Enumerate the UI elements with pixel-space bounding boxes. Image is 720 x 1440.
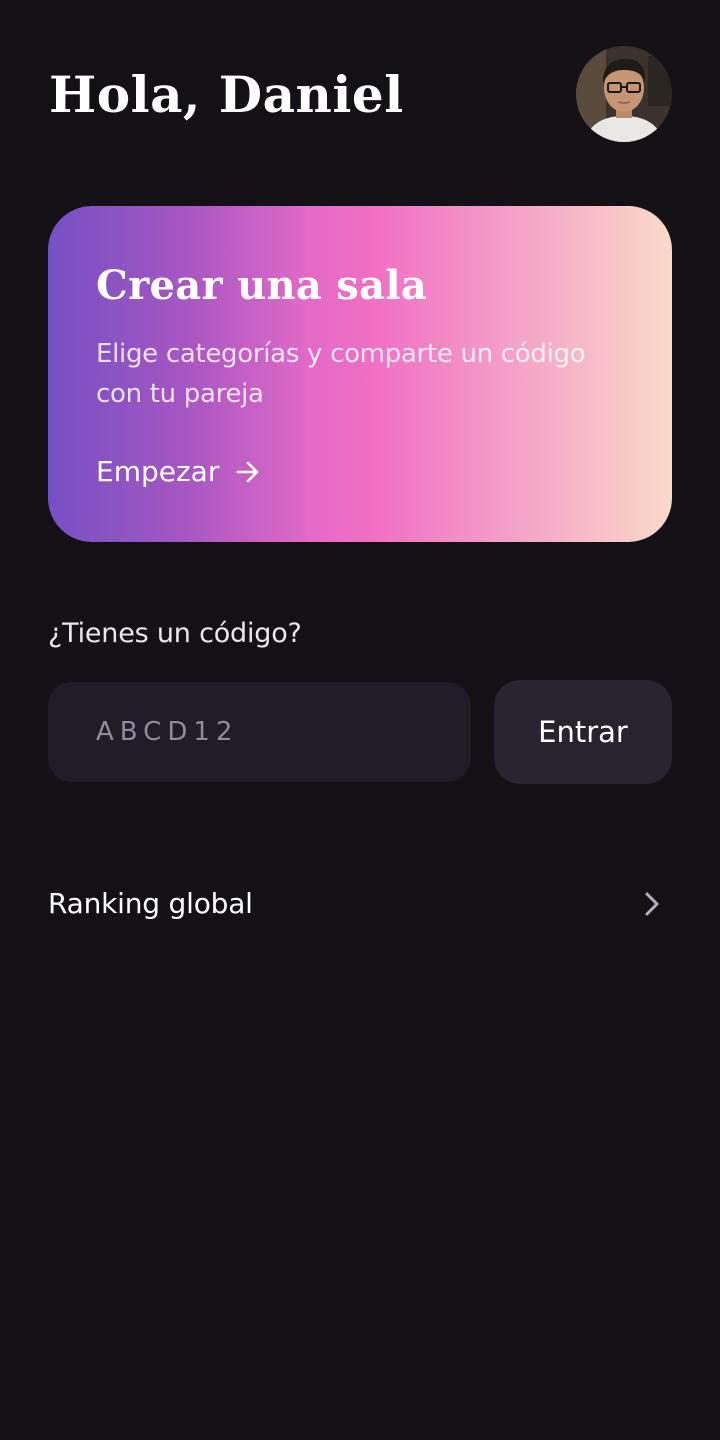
chevron-right-icon (645, 892, 659, 916)
code-prompt-label: ¿Tienes un código? (48, 618, 302, 649)
create-room-card[interactable]: Crear una sala Elige categorías y compar… (48, 206, 672, 542)
create-room-title: Crear una sala (96, 262, 428, 309)
avatar[interactable] (576, 46, 672, 142)
create-room-description: Elige categorías y comparte un código co… (96, 339, 586, 409)
enter-button[interactable]: Entrar (494, 680, 672, 784)
start-button-label: Empezar (96, 455, 220, 488)
code-input[interactable] (48, 682, 471, 782)
ranking-global-row[interactable]: Ranking global (48, 876, 672, 932)
user-photo-avatar (576, 46, 672, 142)
start-button[interactable]: Empezar (96, 452, 261, 492)
greeting-title: Hola, Daniel (49, 65, 404, 124)
ranking-global-label: Ranking global (48, 887, 253, 920)
arrow-right-icon (237, 461, 259, 483)
